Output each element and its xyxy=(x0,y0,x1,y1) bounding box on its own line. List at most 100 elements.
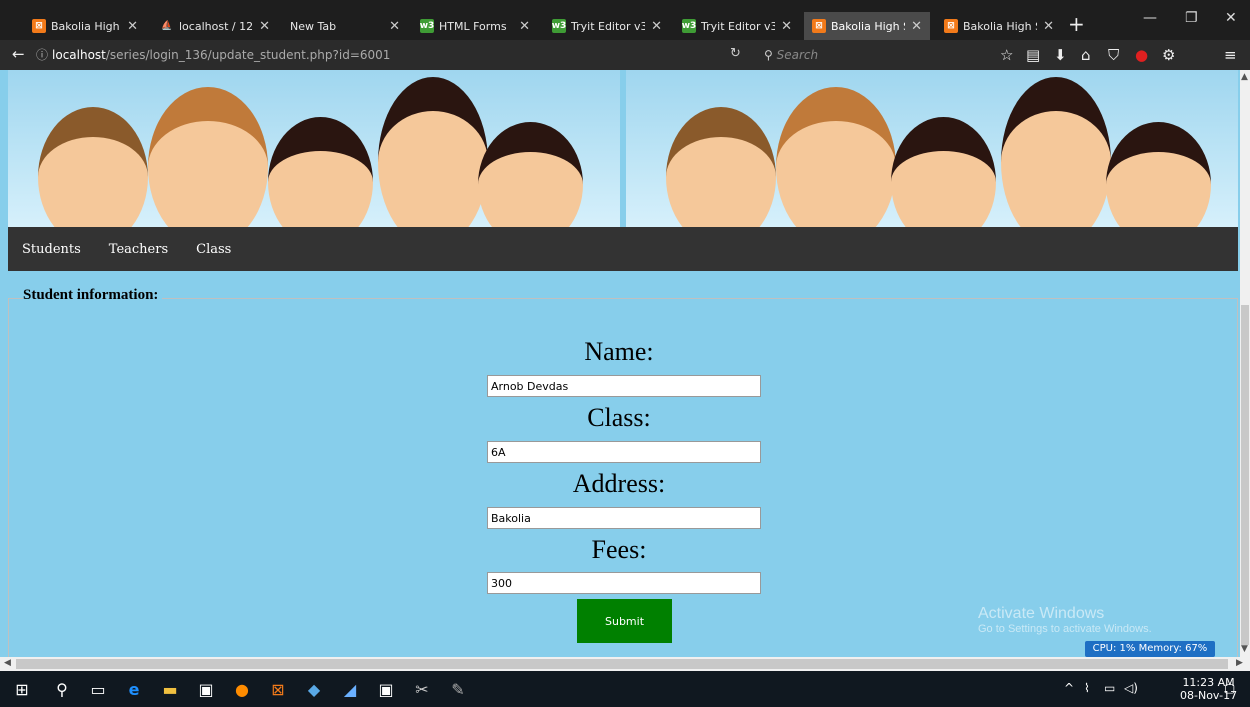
reload-icon[interactable]: ↻ xyxy=(730,46,741,61)
extension-icon[interactable]: ⚙ xyxy=(1162,46,1175,64)
back-arrow-icon[interactable]: ← xyxy=(12,45,25,63)
search-icon: ⚲ xyxy=(764,48,773,62)
app-tool-icon[interactable]: ✂ xyxy=(412,679,432,699)
tray-chevron-icon[interactable]: ^ xyxy=(1064,681,1074,695)
close-icon[interactable]: ✕ xyxy=(651,19,662,34)
store-icon[interactable]: ▣ xyxy=(196,679,216,699)
page-viewport: Students Teachers Class Student informat… xyxy=(0,70,1240,657)
xampp-icon: ⊠ xyxy=(812,19,826,33)
app-box-icon[interactable]: ▣ xyxy=(376,679,396,699)
tab-bakolia-active[interactable]: ⊠ Bakolia High Sc ✕ xyxy=(804,12,930,40)
windows-taskbar: ⊞ ⚲ ▭ e ▬ ▣ ● ⊠ ◆ ◢ ▣ ✂ ✎ ^ ⌇ ▭ ◁) 11:23… xyxy=(0,671,1250,707)
menu-class-link[interactable]: Class xyxy=(196,242,231,257)
home-icon[interactable]: ⌂ xyxy=(1081,46,1091,64)
app-pen-icon[interactable]: ◢ xyxy=(340,679,360,699)
network-icon[interactable]: ⌇ xyxy=(1084,681,1090,695)
search-input[interactable]: ⚲ Search xyxy=(760,43,990,67)
tab-label: Tryit Editor v3.5 xyxy=(571,19,646,33)
address-field[interactable] xyxy=(487,507,761,529)
minimize-icon[interactable]: — xyxy=(1143,10,1157,26)
watermark-title: Activate Windows xyxy=(978,605,1105,622)
xampp-taskbar-icon[interactable]: ⊠ xyxy=(268,679,288,699)
url-bar[interactable]: ⓘ localhost/series/login_136/update_stude… xyxy=(32,43,752,67)
task-view-icon[interactable]: ▭ xyxy=(88,679,108,699)
close-icon[interactable]: ✕ xyxy=(911,19,922,34)
tab-label: Bakolia High Sc xyxy=(831,19,905,33)
close-icon[interactable]: ✕ xyxy=(519,19,530,34)
close-icon[interactable]: ✕ xyxy=(259,19,270,34)
app-cube-icon[interactable]: ◆ xyxy=(304,679,324,699)
url-path: /series/login_136/update_student.php?id=… xyxy=(105,48,391,62)
paint-icon[interactable]: ✎ xyxy=(448,679,468,699)
close-window-icon[interactable]: ✕ xyxy=(1225,10,1237,26)
hamburger-menu-icon[interactable]: ≡ xyxy=(1224,46,1237,64)
search-icon[interactable]: ⚲ xyxy=(52,679,72,699)
close-icon[interactable]: ✕ xyxy=(127,19,138,34)
tab-label: Tryit Editor v3.5 xyxy=(701,19,776,33)
tab-label: localhost / 127. xyxy=(179,19,254,33)
scroll-left-icon[interactable]: ◀ xyxy=(4,658,11,668)
vertical-scrollbar[interactable]: ▲ ▼ xyxy=(1240,70,1250,657)
tab-bar: ⊠ Bakolia High Sc ✕ ⛵ localhost / 127. ✕… xyxy=(0,0,1250,40)
tab-html-forms[interactable]: w3 HTML Forms ✕ xyxy=(412,12,538,40)
xampp-icon: ⊠ xyxy=(944,19,958,33)
tab-bakolia-1[interactable]: ⊠ Bakolia High Sc ✕ xyxy=(24,12,146,40)
address-label: Address: xyxy=(572,469,666,498)
download-icon[interactable]: ⬇ xyxy=(1054,46,1067,64)
windows-start-icon[interactable]: ⊞ xyxy=(12,679,32,699)
tab-phpmyadmin[interactable]: ⛵ localhost / 127. ✕ xyxy=(152,12,278,40)
student-info-fieldset: Student information: Name: Class: Addres… xyxy=(8,287,1238,657)
action-center-icon[interactable]: ▢ xyxy=(1224,681,1235,695)
phpmyadmin-icon: ⛵ xyxy=(161,21,173,31)
bookmarks-library-icon[interactable]: ▤ xyxy=(1026,46,1040,64)
volume-icon[interactable]: ◁) xyxy=(1124,681,1138,695)
w3-icon: w3 xyxy=(419,19,435,33)
ublock-icon[interactable]: ● xyxy=(1135,46,1148,64)
class-field[interactable] xyxy=(487,441,761,463)
fieldset-legend: Student information: xyxy=(23,287,163,304)
fees-field[interactable] xyxy=(487,572,761,594)
new-tab-plus-icon[interactable]: + xyxy=(1068,14,1085,34)
tab-label: New Tab xyxy=(290,19,337,33)
vertical-scroll-thumb[interactable] xyxy=(1241,305,1249,645)
url-host: localhost xyxy=(52,48,106,62)
tab-bakolia-3[interactable]: ⊠ Bakolia High Sc ✕ xyxy=(936,12,1062,40)
menu-teachers-link[interactable]: Teachers xyxy=(109,242,168,257)
bookmark-star-icon[interactable]: ☆ xyxy=(1000,46,1013,64)
menu-students-link[interactable]: Students xyxy=(22,242,81,257)
search-placeholder: Search xyxy=(776,48,819,62)
w3-icon: w3 xyxy=(681,19,697,33)
edge-icon[interactable]: e xyxy=(124,679,144,699)
horizontal-scrollbar[interactable]: ◀ ▶ xyxy=(0,657,1250,671)
navigation-bar: ← ⓘ localhost/series/login_136/update_stu… xyxy=(0,40,1250,70)
tab-tryit-2[interactable]: w3 Tryit Editor v3.5 ✕ xyxy=(674,12,800,40)
performance-meter: CPU: 1% Memory: 67% xyxy=(1085,641,1215,657)
class-label: Class: xyxy=(587,403,651,432)
main-menu: Students Teachers Class xyxy=(8,227,1238,271)
pocket-icon[interactable]: ⛉ xyxy=(1108,46,1119,64)
restore-icon[interactable]: ❐ xyxy=(1185,10,1198,26)
banner-image-right xyxy=(626,70,1238,227)
scroll-up-icon[interactable]: ▲ xyxy=(1241,72,1248,82)
submit-button[interactable]: Submit xyxy=(577,599,672,643)
file-explorer-icon[interactable]: ▬ xyxy=(160,679,180,699)
fees-label: Fees: xyxy=(591,535,647,564)
battery-icon[interactable]: ▭ xyxy=(1104,681,1115,695)
xampp-icon: ⊠ xyxy=(32,19,46,33)
w3-icon: w3 xyxy=(551,19,567,33)
tab-label: HTML Forms xyxy=(439,19,507,33)
close-icon[interactable]: ✕ xyxy=(781,19,792,34)
info-icon[interactable]: ⓘ xyxy=(36,48,48,62)
firefox-icon[interactable]: ● xyxy=(232,679,252,699)
tab-label: Bakolia High Sc xyxy=(963,19,1037,33)
name-label: Name: xyxy=(584,337,654,366)
name-field[interactable] xyxy=(487,375,761,397)
scroll-right-icon[interactable]: ▶ xyxy=(1236,658,1243,668)
tab-label: Bakolia High Sc xyxy=(51,19,121,33)
tab-new-tab[interactable]: New Tab ✕ xyxy=(282,12,408,40)
close-icon[interactable]: ✕ xyxy=(1043,19,1054,34)
scroll-down-icon[interactable]: ▼ xyxy=(1241,644,1248,654)
horizontal-scroll-thumb[interactable] xyxy=(16,659,1228,669)
close-icon[interactable]: ✕ xyxy=(389,19,400,34)
tab-tryit-1[interactable]: w3 Tryit Editor v3.5 ✕ xyxy=(544,12,670,40)
